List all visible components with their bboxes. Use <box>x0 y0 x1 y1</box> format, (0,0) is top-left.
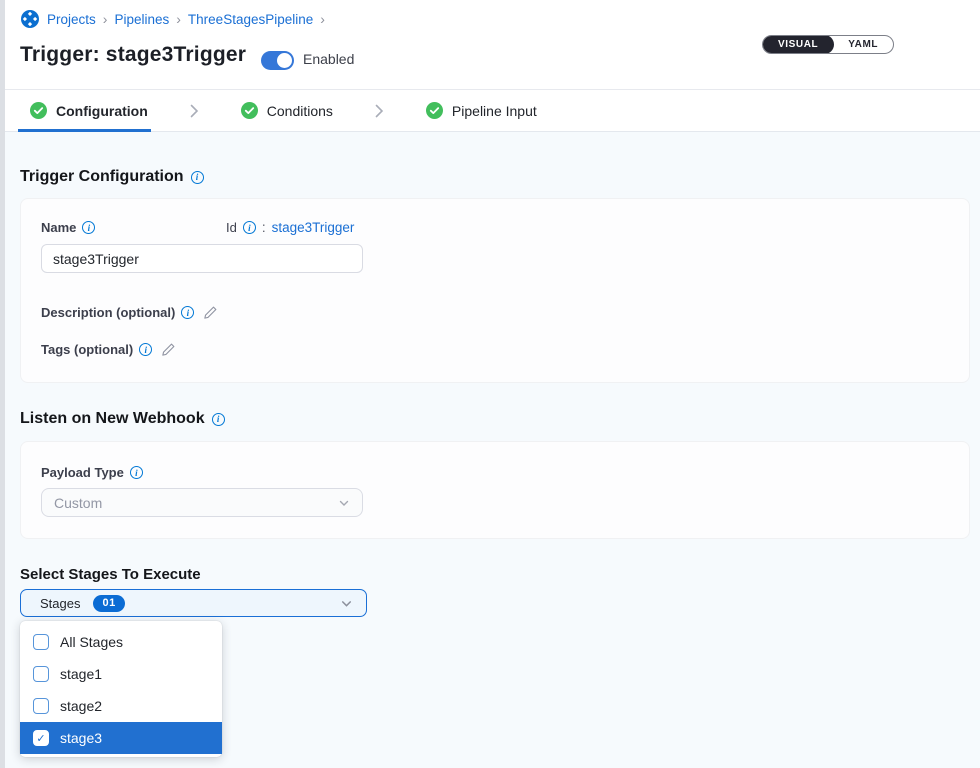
checkbox[interactable] <box>33 698 49 714</box>
menu-item-label: stage3 <box>60 730 102 746</box>
id-separator: : <box>262 220 266 235</box>
label-text: Payload Type <box>41 465 124 480</box>
trigger-id: Id i : stage3Trigger <box>226 220 354 235</box>
info-icon[interactable]: i <box>212 413 225 426</box>
check-circle-icon <box>241 102 258 119</box>
chevron-right-icon <box>375 104 384 118</box>
breadcrumb-separator: › <box>320 11 325 27</box>
checkbox[interactable]: ✓ <box>33 730 49 746</box>
project-logo-icon[interactable] <box>20 9 40 29</box>
tab-label: Conditions <box>267 103 333 119</box>
visual-toggle-button[interactable]: VISUAL <box>762 35 834 54</box>
trigger-page: Projects › Pipelines › ThreeStagesPipeli… <box>0 0 980 768</box>
info-icon[interactable]: i <box>139 343 152 356</box>
tab-conditions[interactable]: Conditions <box>241 102 333 119</box>
check-circle-icon <box>30 102 47 119</box>
stages-dropdown-menu: All Stages stage1 stage2 ✓ stage3 <box>20 621 222 757</box>
page-title: Trigger: stage3Trigger <box>20 43 246 67</box>
menu-item-stage1[interactable]: stage1 <box>20 658 222 690</box>
payload-type-select[interactable]: Custom <box>41 488 363 517</box>
menu-item-label: All Stages <box>60 634 123 650</box>
stages-multiselect[interactable]: Stages 01 <box>20 589 367 617</box>
tab-configuration[interactable]: Configuration <box>30 102 148 119</box>
breadcrumb-link-pipelines[interactable]: Pipelines <box>114 12 169 27</box>
payload-type-value: Custom <box>54 495 102 511</box>
yaml-toggle-button[interactable]: YAML <box>833 36 893 53</box>
description-row: Description (optional) i <box>41 305 218 320</box>
breadcrumb-link-projects[interactable]: Projects <box>47 12 96 27</box>
checkbox[interactable] <box>33 634 49 650</box>
payload-type-label: Payload Type i <box>41 465 143 480</box>
tags-label: Tags (optional) <box>41 342 133 357</box>
tags-row: Tags (optional) i <box>41 342 176 357</box>
webhook-card: Payload Type i Custom <box>20 441 970 539</box>
info-icon[interactable]: i <box>243 221 256 234</box>
info-icon[interactable]: i <box>82 221 95 234</box>
menu-item-label: stage1 <box>60 666 102 682</box>
heading-text: Trigger Configuration <box>20 168 184 186</box>
menu-item-all-stages[interactable]: All Stages <box>20 626 222 658</box>
edit-pencil-icon[interactable] <box>203 305 218 320</box>
info-icon[interactable]: i <box>130 466 143 479</box>
breadcrumb: Projects › Pipelines › ThreeStagesPipeli… <box>20 9 325 29</box>
webhook-heading: Listen on New Webhook i <box>20 410 225 428</box>
menu-item-stage2[interactable]: stage2 <box>20 690 222 722</box>
menu-item-label: stage2 <box>60 698 102 714</box>
description-label: Description (optional) <box>41 305 175 320</box>
breadcrumb-link-pipeline-name[interactable]: ThreeStagesPipeline <box>188 12 313 27</box>
chevron-down-icon <box>338 497 350 509</box>
content-area: Trigger Configuration i Name i Id i : st… <box>5 132 980 768</box>
heading-text: Select Stages To Execute <box>20 566 201 583</box>
breadcrumb-separator: › <box>103 11 108 27</box>
page-header: Projects › Pipelines › ThreeStagesPipeli… <box>5 0 980 89</box>
tab-label: Configuration <box>56 103 148 119</box>
tab-label: Pipeline Input <box>452 103 537 119</box>
enabled-toggle[interactable] <box>261 51 294 70</box>
name-label: Name i <box>41 220 226 235</box>
menu-item-stage3[interactable]: ✓ stage3 <box>20 722 222 754</box>
select-stages-heading: Select Stages To Execute <box>20 566 201 583</box>
edit-pencil-icon[interactable] <box>161 342 176 357</box>
wizard-tabbar: Configuration Conditions Pipeline Input <box>5 89 980 132</box>
id-value-link[interactable]: stage3Trigger <box>272 220 355 235</box>
trigger-configuration-card: Name i Id i : stage3Trigger Description … <box>20 198 970 383</box>
toggle-knob <box>277 53 292 68</box>
name-input[interactable] <box>41 244 363 273</box>
chevron-right-icon <box>190 104 199 118</box>
chevron-down-icon <box>340 597 353 610</box>
id-label: Id <box>226 220 237 235</box>
info-icon[interactable]: i <box>181 306 194 319</box>
heading-text: Listen on New Webhook <box>20 410 205 428</box>
enabled-label: Enabled <box>303 51 354 67</box>
info-icon[interactable]: i <box>191 171 204 184</box>
stages-select-label: Stages <box>40 596 80 611</box>
selected-count-badge: 01 <box>93 595 124 612</box>
breadcrumb-separator: › <box>176 11 181 27</box>
tab-pipeline-input[interactable]: Pipeline Input <box>426 102 537 119</box>
label-text: Name <box>41 220 76 235</box>
check-circle-icon <box>426 102 443 119</box>
name-id-row: Name i Id i : stage3Trigger <box>41 220 354 235</box>
checkbox[interactable] <box>33 666 49 682</box>
trigger-configuration-heading: Trigger Configuration i <box>20 168 204 186</box>
visual-yaml-toggle: VISUAL YAML <box>762 35 894 54</box>
